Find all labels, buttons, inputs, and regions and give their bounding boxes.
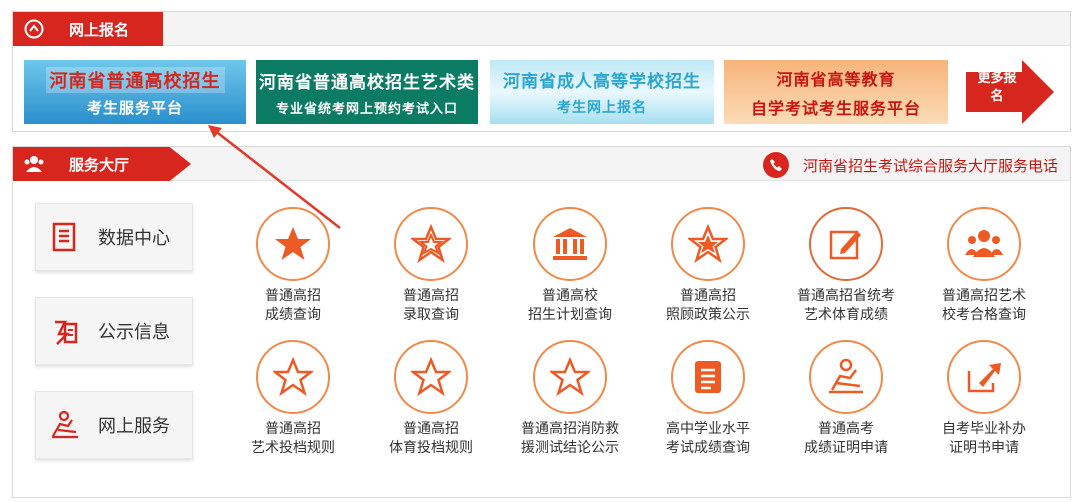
data-center-button[interactable]: 数据中心: [35, 203, 193, 271]
service-item-art-sports-score[interactable]: 普通高招省统考 艺术体育成绩: [776, 207, 916, 325]
document-list-icon: [50, 220, 80, 254]
annotation-arrow: [208, 125, 341, 229]
service-item-sports-admission-rules[interactable]: 普通高招 体育投档规则: [361, 340, 501, 458]
item-label: 普通高招 成绩查询: [265, 288, 321, 323]
item-label: 普通高招 录取查询: [403, 288, 459, 323]
section-title: 网上报名: [69, 20, 130, 39]
banner-line1: 河南省成人高等学校招生: [503, 72, 701, 92]
service-item-enrollment-plan[interactable]: 普通高校 招生计划查询: [500, 207, 640, 325]
service-hotline: 河南省招生考试综合服务大厅服务电话: [762, 152, 1058, 178]
item-label: 普通高考 成绩证明申请: [804, 421, 888, 456]
service-item-art-admission-rules[interactable]: 普通高招 艺术投档规则: [223, 340, 363, 458]
edit-icon: [809, 207, 883, 281]
banner-line1: 河南省高等教育: [776, 69, 896, 89]
item-label: 普通高招省统考 艺术体育成绩: [797, 288, 895, 323]
more-registration-button[interactable]: 更多报名: [964, 60, 1056, 124]
section-tab-service: 服务大厅: [13, 147, 191, 181]
group-icon: [947, 207, 1021, 281]
online-service-button[interactable]: 网上服务: [35, 391, 193, 459]
public-notice-button[interactable]: 公示信息: [35, 297, 193, 365]
export-icon: [947, 340, 1021, 414]
service-item-fire-rescue-test[interactable]: 普通高招消防救 援测试结论公示: [500, 340, 640, 458]
service-item-art-pass-query[interactable]: 普通高招艺术 校考合格查询: [914, 207, 1054, 325]
star-outline-icon: [671, 207, 745, 281]
service-item-score-certificate[interactable]: 普通高考 成绩证明申请: [776, 340, 916, 458]
service-label: 公示信息: [98, 322, 170, 343]
hotline-text: 河南省招生考试综合服务大厅服务电话: [802, 156, 1058, 175]
service-item-admission-query[interactable]: 普通高招 录取查询: [361, 207, 501, 325]
banner-line1: 河南省普通高校招生艺术类: [259, 72, 475, 93]
service-label: 网上服务: [98, 416, 170, 437]
more-label: 更多报名: [977, 71, 1017, 104]
banner-line2: 考生服务平台: [86, 98, 183, 117]
service-label: 数据中心: [98, 228, 170, 249]
section-tab-register: 网上报名: [13, 12, 163, 46]
star-outline-icon: [394, 207, 468, 281]
item-label: 自考毕业补办 证明书申请: [942, 421, 1026, 456]
item-label: 普通高招 照顾政策公示: [666, 288, 750, 323]
banner-self-study-exam[interactable]: 河南省高等教育 自学考试考生服务平台: [724, 60, 948, 124]
banner-gaokao-platform[interactable]: 河南省普通高校招生 考生服务平台: [24, 60, 246, 124]
register-icon: [23, 18, 45, 40]
banner-line2: 专业省统考网上预约考试入口: [275, 101, 458, 117]
banner-line1: 河南省普通高校招生: [45, 66, 225, 93]
item-label: 普通高校 招生计划查询: [528, 288, 612, 323]
star-outline-icon: [533, 340, 607, 414]
item-label: 普通高招消防救 援测试结论公示: [521, 421, 619, 456]
item-label: 普通高招 体育投档规则: [389, 421, 473, 456]
building-icon: [533, 207, 607, 281]
banner-adult-college-registration[interactable]: 河南省成人高等学校招生 考生网上报名: [490, 60, 714, 124]
person-desk-icon: [809, 340, 883, 414]
star-outline-icon: [394, 340, 468, 414]
item-label: 普通高招艺术 校考合格查询: [942, 288, 1026, 323]
service-item-policy-notice[interactable]: 普通高招 照顾政策公示: [638, 207, 778, 325]
section-title: 服务大厅: [69, 155, 130, 174]
page: 网上报名 河南省普通高校招生 考生服务平台 河南省普通高校招生艺术类 专业省统考…: [0, 0, 1080, 502]
notice-icon: [50, 314, 80, 348]
section-header-bar: 服务大厅 河南省招生考试综合服务大厅服务电话: [13, 147, 1070, 181]
star-outline-icon: [256, 340, 330, 414]
report-icon: [671, 340, 745, 414]
section-header-bar: 网上报名: [13, 12, 1070, 46]
service-item-diploma-reissue[interactable]: 自考毕业补办 证明书申请: [914, 340, 1054, 458]
people-icon: [23, 153, 45, 175]
phone-icon: [762, 152, 789, 178]
banner-line2: 考生网上报名: [557, 100, 647, 116]
person-desk-icon: [50, 408, 80, 442]
banner-art-exam-booking[interactable]: 河南省普通高校招生艺术类 专业省统考网上预约考试入口: [256, 60, 478, 124]
item-label: 普通高招 艺术投档规则: [251, 421, 335, 456]
service-item-academic-level-score[interactable]: 高中学业水平 考试成绩查询: [638, 340, 778, 458]
banner-line2: 自学考试考生服务平台: [750, 98, 921, 118]
item-label: 高中学业水平 考试成绩查询: [666, 421, 750, 456]
